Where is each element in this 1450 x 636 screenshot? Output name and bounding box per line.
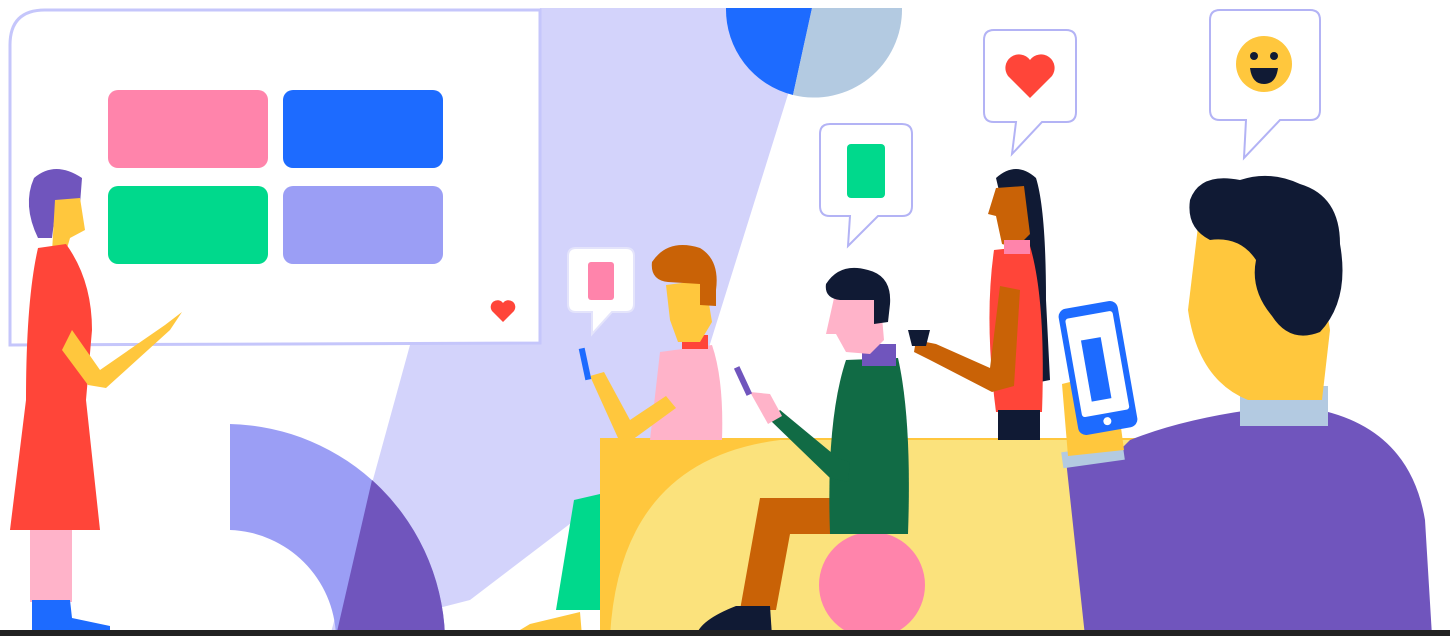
- ball-sitter-phone: [733, 366, 753, 396]
- bottom-edge: [0, 630, 1450, 636]
- whiteboard-card-blue: [283, 90, 443, 168]
- ball-sitter-sweater: [829, 358, 909, 534]
- standing-woman-arm: [914, 286, 1020, 392]
- speech-bubble-heart: [983, 29, 1077, 157]
- pink-ball: [819, 532, 925, 636]
- standing-woman-legs: [998, 410, 1040, 440]
- standing-woman-collar: [1004, 240, 1030, 254]
- smiley-eye-right: [1270, 52, 1278, 60]
- smiley-eye-left: [1250, 52, 1258, 60]
- whiteboard-panel: [8, 8, 542, 347]
- speech-bubble-green: [819, 123, 913, 249]
- standing-woman: [908, 169, 1050, 440]
- green-card-icon: [847, 144, 885, 198]
- speech-bubble-smiley: [1209, 9, 1321, 161]
- whiteboard: [8, 8, 542, 347]
- whiteboard-card-green: [108, 186, 268, 264]
- smiley-icon: [1236, 36, 1292, 92]
- light-blue-half-circle: [793, 8, 903, 98]
- presenter-legs: [30, 530, 72, 602]
- foreground-man: [1058, 175, 1432, 636]
- redhead-torso: [650, 345, 723, 440]
- whiteboard-card-periwinkle: [283, 186, 443, 264]
- standing-woman-face: [988, 186, 1030, 248]
- whiteboard-card-pink: [108, 90, 268, 168]
- pink-card-icon: [588, 262, 614, 300]
- team-feedback-illustration: [0, 8, 1450, 636]
